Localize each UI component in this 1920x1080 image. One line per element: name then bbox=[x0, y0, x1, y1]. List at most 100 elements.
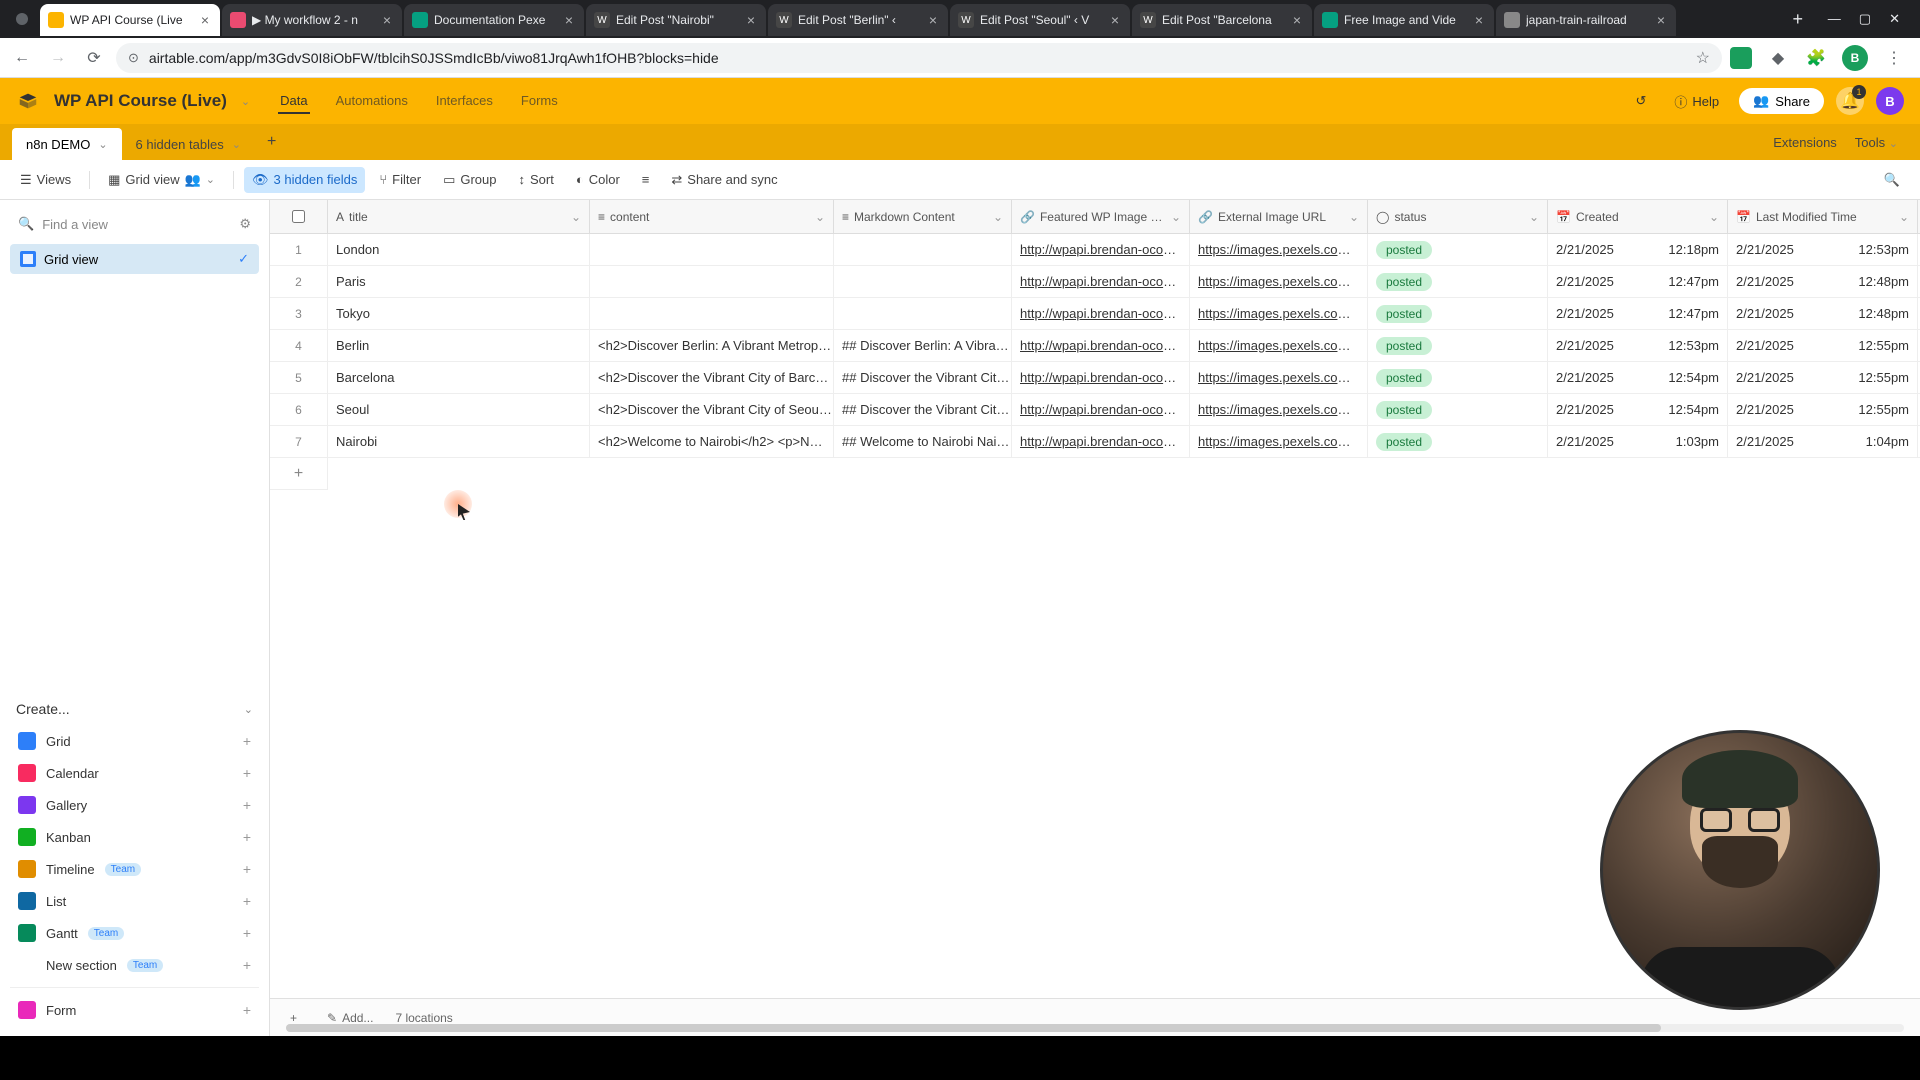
nav-automations[interactable]: Automations bbox=[334, 89, 410, 114]
cell-title[interactable]: Berlin bbox=[328, 330, 590, 361]
create-calendar-item[interactable]: Calendar+ bbox=[10, 757, 259, 789]
chrome-menu-icon[interactable]: ⋮ bbox=[1882, 46, 1906, 70]
filter-button[interactable]: ⑂ Filter bbox=[371, 167, 429, 192]
user-avatar[interactable]: B bbox=[1876, 87, 1904, 115]
cell-created[interactable]: 2/21/202512:47pm bbox=[1548, 266, 1728, 297]
browser-tab[interactable]: ▶ My workflow 2 - n× bbox=[222, 4, 402, 36]
cell-created[interactable]: 2/21/20251:03pm bbox=[1548, 426, 1728, 457]
table-row[interactable]: 1 London http://wpapi.brendan-ocon... ht… bbox=[270, 234, 1920, 266]
back-button[interactable]: ← bbox=[8, 44, 36, 72]
cell-featured[interactable]: http://wpapi.brendan-ocon... bbox=[1012, 234, 1190, 265]
row-number[interactable]: 2 bbox=[270, 266, 328, 297]
browser-tab[interactable]: WEdit Post "Seoul" ‹ V× bbox=[950, 4, 1130, 36]
cell-status[interactable]: posted bbox=[1368, 394, 1548, 425]
row-number[interactable]: 4 bbox=[270, 330, 328, 361]
cell-featured[interactable]: http://wpapi.brendan-ocon... bbox=[1012, 426, 1190, 457]
cell-title[interactable]: Paris bbox=[328, 266, 590, 297]
col-header-title[interactable]: A title⌄ bbox=[328, 200, 590, 233]
extension-icon[interactable] bbox=[1730, 47, 1752, 69]
airtable-logo-icon[interactable] bbox=[16, 89, 40, 113]
col-header-markdown[interactable]: ≡ Markdown Content⌄ bbox=[834, 200, 1012, 233]
new-tab-button[interactable]: + bbox=[1784, 5, 1812, 33]
cell-markdown[interactable]: ## Discover the Vibrant Cit… bbox=[834, 362, 1012, 393]
horizontal-scrollbar[interactable] bbox=[286, 1024, 1904, 1032]
plus-icon[interactable]: + bbox=[243, 925, 251, 941]
cell-markdown[interactable] bbox=[834, 234, 1012, 265]
create-gallery-item[interactable]: Gallery+ bbox=[10, 789, 259, 821]
col-header-status[interactable]: ◯ status⌄ bbox=[1368, 200, 1548, 233]
create-grid-item[interactable]: Grid+ bbox=[10, 725, 259, 757]
sort-button[interactable]: ↕ Sort bbox=[511, 167, 562, 192]
col-header-external[interactable]: 🔗 External Image URL⌄ bbox=[1190, 200, 1368, 233]
extension-icon-2[interactable]: ◆ bbox=[1766, 46, 1790, 70]
plus-icon[interactable]: + bbox=[243, 957, 251, 973]
cell-created[interactable]: 2/21/202512:18pm bbox=[1548, 234, 1728, 265]
extensions-button[interactable]: Extensions bbox=[1773, 135, 1837, 150]
cell-markdown[interactable] bbox=[834, 298, 1012, 329]
notifications-button[interactable]: 🔔1 bbox=[1836, 87, 1864, 115]
create-list-item[interactable]: List+ bbox=[10, 885, 259, 917]
table-tab-active[interactable]: n8n DEMO ⌄ bbox=[12, 128, 122, 160]
nav-interfaces[interactable]: Interfaces bbox=[434, 89, 495, 114]
col-header-content[interactable]: ≡ content⌄ bbox=[590, 200, 834, 233]
view-picker-button[interactable]: ▦ Grid view 👥 ⌄ bbox=[100, 167, 223, 193]
tab-close-icon[interactable]: × bbox=[744, 13, 758, 27]
settings-icon[interactable]: ⚙ bbox=[239, 216, 251, 232]
create-section-header[interactable]: Create... ⌄ bbox=[10, 693, 259, 725]
cell-modified[interactable]: 2/21/202512:48pm bbox=[1728, 266, 1918, 297]
cell-markdown[interactable]: ## Welcome to Nairobi Nai… bbox=[834, 426, 1012, 457]
cell-content[interactable] bbox=[590, 266, 834, 297]
tab-close-icon[interactable]: × bbox=[1290, 13, 1304, 27]
create-form-item[interactable]: Form + bbox=[10, 994, 259, 1026]
table-row[interactable]: 2 Paris http://wpapi.brendan-ocon... htt… bbox=[270, 266, 1920, 298]
cell-content[interactable] bbox=[590, 298, 834, 329]
browser-tab[interactable]: Free Image and Vide× bbox=[1314, 4, 1494, 36]
browser-tab[interactable]: WEdit Post "Nairobi"× bbox=[586, 4, 766, 36]
tools-button[interactable]: Tools ⌄ bbox=[1855, 135, 1898, 150]
row-height-button[interactable]: ≡ bbox=[634, 167, 658, 192]
create-gantt-item[interactable]: GanttTeam+ bbox=[10, 917, 259, 949]
cell-modified[interactable]: 2/21/202512:55pm bbox=[1728, 394, 1918, 425]
cell-status[interactable]: posted bbox=[1368, 362, 1548, 393]
select-all-checkbox[interactable] bbox=[292, 210, 305, 223]
cell-featured[interactable]: http://wpapi.brendan-ocon... bbox=[1012, 362, 1190, 393]
tab-close-icon[interactable]: × bbox=[380, 13, 394, 27]
chevron-down-icon[interactable]: ⌄ bbox=[98, 138, 107, 151]
create-new-section-item[interactable]: New sectionTeam+ bbox=[10, 949, 259, 981]
browser-tab[interactable]: WEdit Post "Berlin" ‹× bbox=[768, 4, 948, 36]
share-button[interactable]: 👥 Share bbox=[1739, 88, 1824, 114]
create-timeline-item[interactable]: TimelineTeam+ bbox=[10, 853, 259, 885]
cell-external[interactable]: https://images.pexels.com/... bbox=[1190, 330, 1368, 361]
cell-created[interactable]: 2/21/202512:47pm bbox=[1548, 298, 1728, 329]
cell-external[interactable]: https://images.pexels.com/... bbox=[1190, 362, 1368, 393]
row-number[interactable]: 6 bbox=[270, 394, 328, 425]
plus-icon[interactable]: + bbox=[243, 861, 251, 877]
cell-status[interactable]: posted bbox=[1368, 330, 1548, 361]
history-button[interactable]: ↺ bbox=[1627, 89, 1654, 113]
cell-external[interactable]: https://images.pexels.com/... bbox=[1190, 394, 1368, 425]
plus-icon[interactable]: + bbox=[243, 765, 251, 781]
nav-data[interactable]: Data bbox=[278, 89, 309, 114]
group-button[interactable]: ▭ Group bbox=[435, 167, 504, 193]
site-info-icon[interactable]: ⊙ bbox=[128, 50, 139, 66]
row-number[interactable]: 5 bbox=[270, 362, 328, 393]
cell-status[interactable]: posted bbox=[1368, 298, 1548, 329]
cell-content[interactable]: <h2>Discover the Vibrant City of Seou… bbox=[590, 394, 834, 425]
tab-close-icon[interactable]: × bbox=[1472, 13, 1486, 27]
col-header-featured[interactable]: 🔗 Featured WP Image …⌄ bbox=[1012, 200, 1190, 233]
cell-featured[interactable]: http://wpapi.brendan-ocon... bbox=[1012, 266, 1190, 297]
cell-markdown[interactable] bbox=[834, 266, 1012, 297]
bookmark-star-icon[interactable]: ☆ bbox=[1696, 48, 1710, 68]
cell-created[interactable]: 2/21/202512:54pm bbox=[1548, 362, 1728, 393]
cell-status[interactable]: posted bbox=[1368, 234, 1548, 265]
cell-modified[interactable]: 2/21/20251:04pm bbox=[1728, 426, 1918, 457]
cell-featured[interactable]: http://wpapi.brendan-ocon... bbox=[1012, 330, 1190, 361]
cell-markdown[interactable]: ## Discover the Vibrant Cit… bbox=[834, 394, 1012, 425]
views-toggle-button[interactable]: ☰ Views bbox=[12, 167, 79, 193]
row-number[interactable]: 3 bbox=[270, 298, 328, 329]
row-number[interactable]: 1 bbox=[270, 234, 328, 265]
plus-icon[interactable]: + bbox=[243, 733, 251, 749]
cell-modified[interactable]: 2/21/202512:55pm bbox=[1728, 362, 1918, 393]
cell-title[interactable]: London bbox=[328, 234, 590, 265]
url-input[interactable]: ⊙ airtable.com/app/m3GdvS0I8iObFW/tblcih… bbox=[116, 43, 1722, 73]
